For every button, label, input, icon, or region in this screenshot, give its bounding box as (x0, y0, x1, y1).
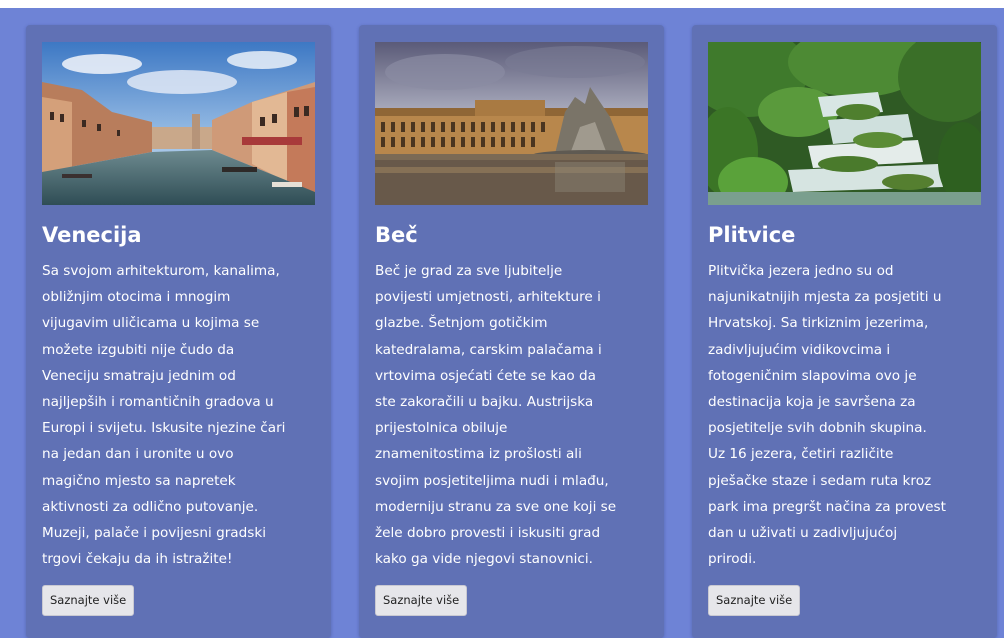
learn-more-button[interactable]: Saznajte više (708, 585, 801, 616)
card-description: Plitvička jezera jedno su od najunikatni… (708, 263, 946, 568)
card-title: Beč (375, 223, 418, 247)
plitvice-waterfall-image (708, 42, 981, 205)
learn-more-button[interactable]: Saznajte više (375, 585, 468, 616)
card-title: Plitvice (708, 223, 796, 247)
card-description: Beč je grad za sve ljubitelje povijesti … (375, 263, 617, 568)
destinations-section: Venecija Sa svojom arhitekturom, kanalim… (0, 8, 1004, 638)
learn-more-button[interactable]: Saznajte više (42, 585, 135, 616)
card-bec: Beč Beč je grad za sve ljubitelje povije… (359, 25, 664, 638)
card-title: Venecija (42, 223, 142, 247)
card-description: Sa svojom arhitekturom, kanalima, obližn… (42, 263, 286, 568)
card-venecija: Venecija Sa svojom arhitekturom, kanalim… (26, 25, 331, 638)
vienna-palace-image (375, 42, 648, 205)
card-plitvice: Plitvice Plitvička jezera jedno su od na… (692, 25, 997, 638)
venice-canal-image (42, 42, 315, 205)
